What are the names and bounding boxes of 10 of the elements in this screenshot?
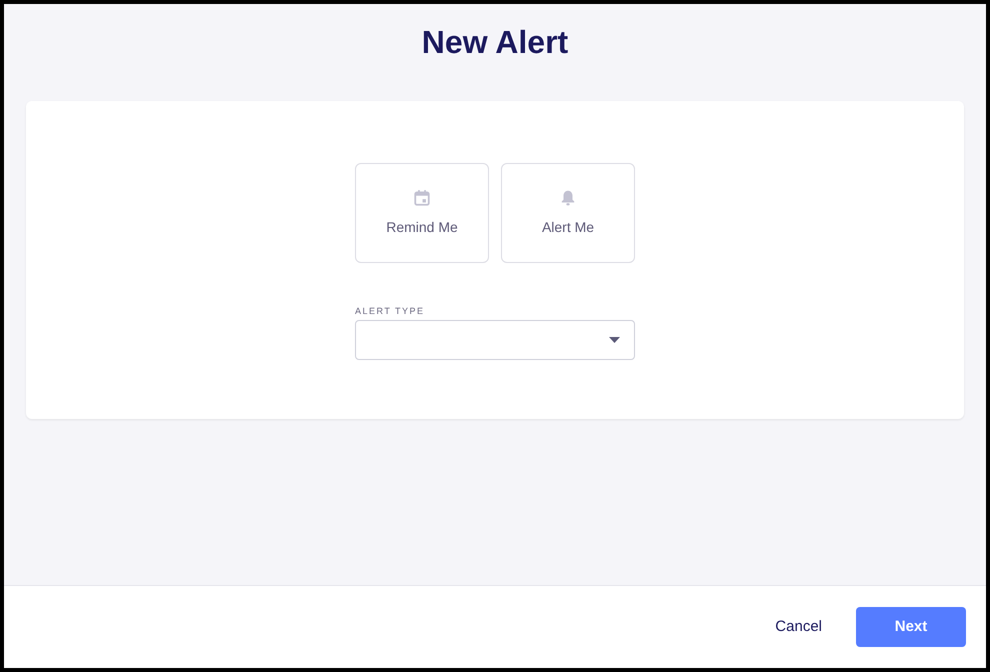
alert-type-dropdown[interactable] [355,320,635,360]
cancel-button[interactable]: Cancel [763,608,834,646]
page-title: New Alert [422,23,568,62]
next-button[interactable]: Next [856,607,966,647]
field-label: ALERT TYPE [355,305,426,317]
dropdown-caret-icon [609,337,620,343]
bell-icon [559,188,577,206]
option-card[interactable]: Remind Me [355,163,489,263]
option-card[interactable]: Alert Me [501,163,635,263]
calendar-icon [413,188,431,206]
